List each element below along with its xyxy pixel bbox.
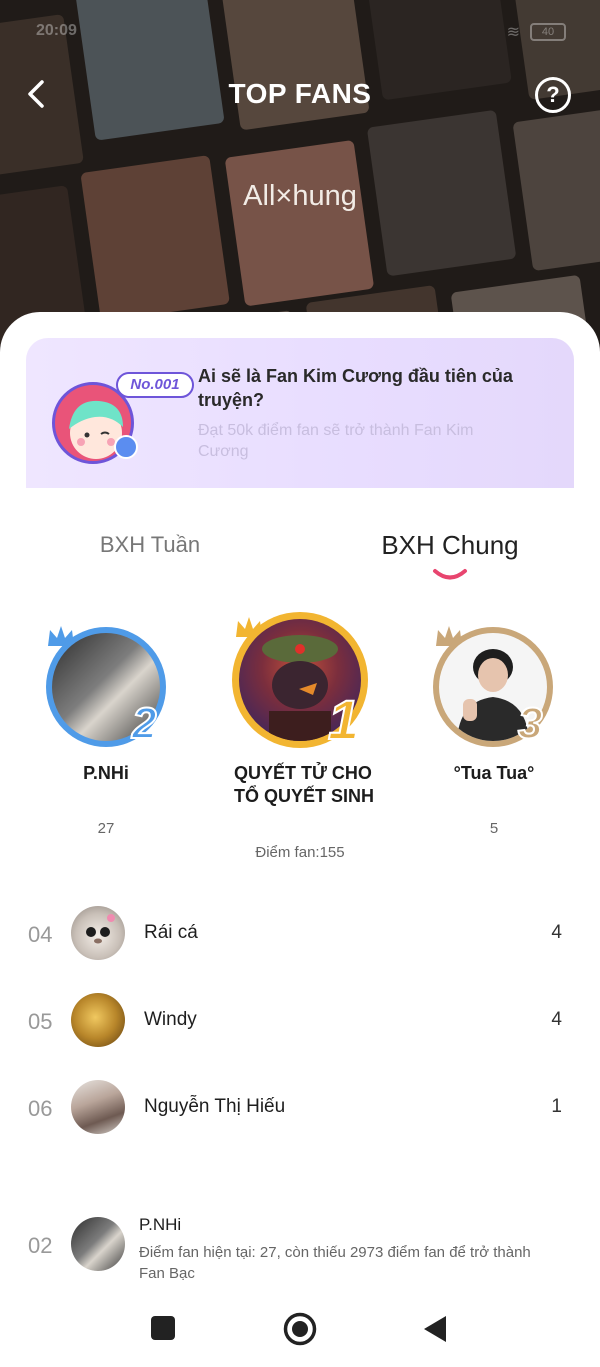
my-fan-progress: Điểm fan hiện tại: 27, còn thiếu 2973 đi…: [139, 1244, 531, 1282]
avatar: [71, 993, 125, 1047]
tab-weekly[interactable]: BXH Tuần: [0, 532, 300, 558]
ranking-row[interactable]: 06 Nguyễn Thị Hiếu 1: [0, 1080, 600, 1140]
fan-score: 4: [551, 1009, 562, 1030]
podium-name: P.NHi: [83, 763, 129, 783]
fan-name: Nguyễn Thị Hiếu: [144, 1096, 286, 1117]
my-rank-number: 02: [28, 1233, 53, 1258]
rank-number: 06: [28, 1096, 53, 1121]
podium-name: QUYẾT TỬ CHO TỔ QUYẾT SINH: [234, 763, 375, 806]
my-rank-row[interactable]: 02 P.NHi Điểm fan hiện tại: 27, còn thiế…: [0, 1205, 600, 1285]
home-button[interactable]: [283, 1312, 317, 1346]
page-title: TOP FANS: [228, 78, 372, 109]
back-nav-button[interactable]: [422, 1315, 448, 1343]
avatar: [71, 1080, 125, 1134]
tab-active-indicator: [433, 569, 467, 580]
hamster-illustration: [86, 914, 115, 944]
fan-score: 4: [551, 922, 562, 943]
fan-name: Windy: [144, 1009, 197, 1030]
my-name: P.NHi: [139, 1215, 182, 1234]
wifi-icon: ≋: [506, 24, 520, 41]
rank-number: 04: [28, 922, 53, 947]
diamond-icon: [114, 435, 138, 459]
fan-name: Rái cá: [144, 922, 198, 943]
rank-number: 05: [28, 1009, 53, 1034]
podium-score: 27: [97, 820, 115, 837]
podium-score: 5: [489, 820, 499, 837]
story-title: All×hung: [243, 180, 357, 212]
status-time: 20:09: [36, 22, 77, 39]
recents-button[interactable]: [150, 1315, 176, 1341]
ranking-row[interactable]: 04 Rái cá 4: [0, 906, 600, 966]
fan-score: 1: [551, 1096, 562, 1117]
tab-overall[interactable]: BXH Chung: [300, 530, 600, 561]
rank-number: 2: [131, 699, 158, 748]
status-bar: 20:09 ≋ 40: [36, 20, 566, 46]
ranking-row[interactable]: 05 Windy 4: [0, 993, 600, 1053]
header: 20:09 ≋ 40 TOP FANS ? All×hung: [0, 0, 600, 360]
battery-icon: 40: [530, 23, 566, 41]
diamond-fan-banner[interactable]: No.001 Ai sẽ là Fan Kim Cương đầu tiên c…: [26, 338, 574, 488]
banner-subtitle: Đạt 50k điểm fan sẽ trở thành Fan Kim Cư…: [198, 422, 474, 460]
rank-number: 1: [327, 688, 360, 751]
avatar: [71, 906, 125, 960]
rank-number: 3: [517, 699, 544, 748]
avatar: [71, 1217, 125, 1271]
podium-name: °Tua Tua°: [453, 763, 535, 783]
podium-score: Điểm fan:155: [255, 844, 345, 861]
no001-badge: No.001: [116, 372, 194, 398]
ranking-tabs: BXH Tuần BXH Chung: [0, 524, 600, 584]
system-nav-bar: [0, 1300, 600, 1367]
help-button[interactable]: ?: [535, 77, 571, 113]
banner-title: Ai sẽ là Fan Kim Cương đầu tiên của truy…: [198, 366, 513, 410]
